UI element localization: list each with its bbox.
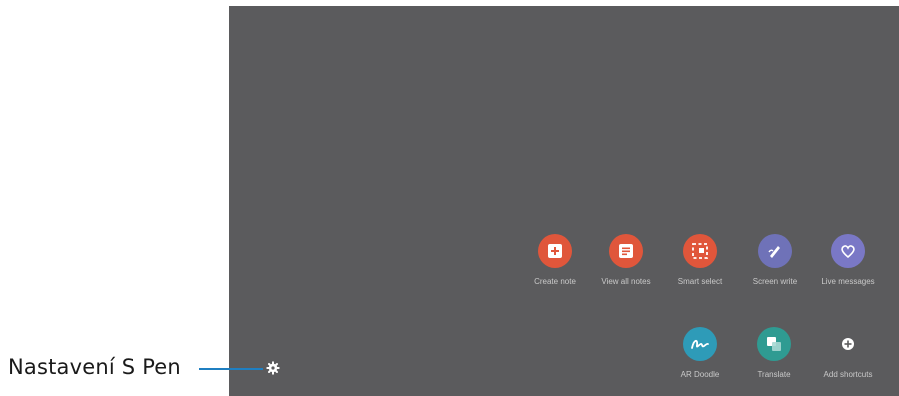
callout-label: Nastavení S Pen <box>8 355 181 379</box>
screen-write-label: Screen write <box>752 277 798 286</box>
smart-select-shortcut[interactable]: Smart select <box>660 234 740 286</box>
callout-line <box>199 368 263 370</box>
add-shortcuts-label: Add shortcuts <box>823 370 873 379</box>
translate-icon <box>757 327 791 361</box>
notes-icon <box>609 234 643 268</box>
smart-select-icon <box>683 234 717 268</box>
gear-icon[interactable] <box>266 361 280 375</box>
live-messages-label: Live messages <box>821 277 875 286</box>
translate-label: Translate <box>757 370 791 379</box>
create-note-label: Create note <box>534 277 576 286</box>
ar-doodle-label: AR Doodle <box>680 370 720 379</box>
heart-icon <box>831 234 865 268</box>
create-note-icon <box>538 234 572 268</box>
view-all-notes-shortcut[interactable]: View all notes <box>586 234 666 286</box>
live-messages-shortcut[interactable]: Live messages <box>808 234 888 286</box>
ar-doodle-shortcut[interactable]: AR Doodle <box>660 327 740 379</box>
translate-shortcut[interactable]: Translate <box>734 327 814 379</box>
tablet-screen: Create note View all notes Smart select … <box>229 6 899 396</box>
add-shortcuts-shortcut[interactable]: Add shortcuts <box>808 327 888 379</box>
view-all-notes-label: View all notes <box>601 277 651 286</box>
settings-callout: Nastavení S Pen <box>0 352 181 382</box>
doodle-icon <box>683 327 717 361</box>
smart-select-label: Smart select <box>677 277 723 286</box>
create-note-shortcut[interactable]: Create note <box>515 234 595 286</box>
screen-write-shortcut[interactable]: Screen write <box>735 234 815 286</box>
manual-figure: Create note View all notes Smart select … <box>0 0 899 396</box>
screen-write-icon <box>758 234 792 268</box>
add-icon <box>831 327 865 361</box>
